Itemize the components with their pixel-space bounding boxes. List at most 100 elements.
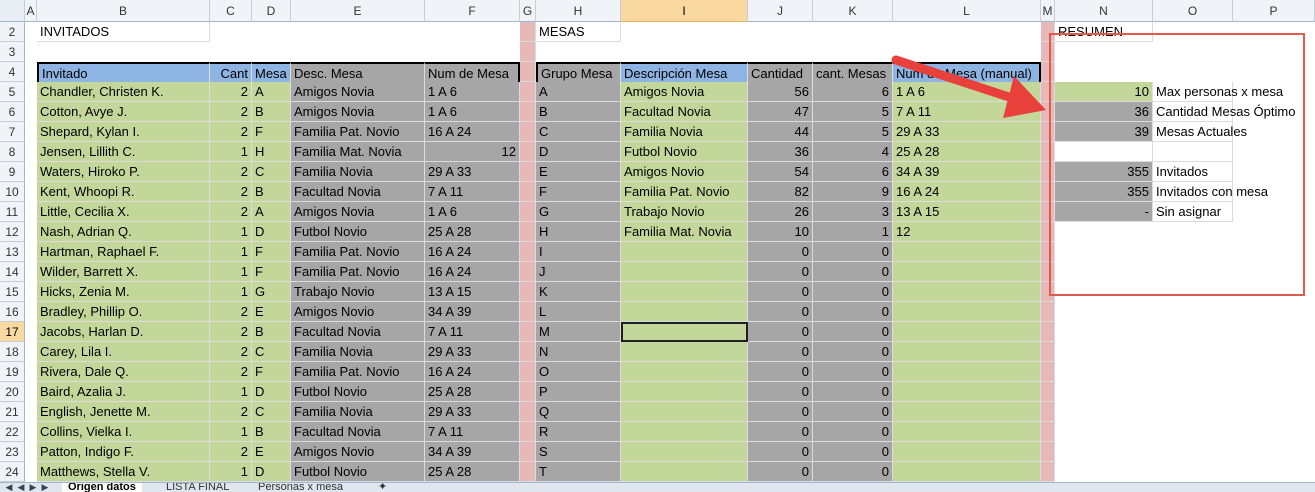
summary-value[interactable] [1055,142,1153,162]
guest-name[interactable]: Shepard, Kylan I. [37,122,210,142]
table-grupo[interactable]: E [536,162,621,182]
table-descripcion[interactable]: Amigos Novio [621,162,748,182]
row-header-17[interactable]: 17 [0,322,25,342]
row-header-2[interactable]: 2 [0,22,25,42]
separator-cell[interactable] [1041,262,1055,282]
table-num-mesa-manual[interactable]: 1 A 6 [893,82,1041,102]
row-header-12[interactable]: 12 [0,222,25,242]
separator-cell[interactable] [1041,102,1055,122]
guest-cant[interactable]: 1 [210,462,252,482]
row-header-10[interactable]: 10 [0,182,25,202]
guest-num-mesa[interactable]: 34 A 39 [425,302,520,322]
table-cant-mesas[interactable]: 0 [813,402,893,422]
guest-num-mesa[interactable]: 16 A 24 [425,122,520,142]
guest-desc-mesa[interactable]: Futbol Novio [291,462,425,482]
column-header-i[interactable]: I [621,0,748,22]
guest-num-mesa[interactable]: 7 A 11 [425,322,520,342]
table-descripcion[interactable] [621,362,748,382]
table-cant-mesas[interactable]: 0 [813,322,893,342]
summary-value[interactable]: 355 [1055,182,1153,202]
column-header-c[interactable]: C [210,0,252,22]
guest-desc-mesa[interactable]: Familia Pat. Novio [291,122,425,142]
table-cantidad[interactable]: 0 [748,322,813,342]
guest-mesa[interactable]: A [252,82,291,102]
guest-name[interactable]: Hartman, Raphael F. [37,242,210,262]
guest-cant[interactable]: 2 [210,302,252,322]
table-descripcion[interactable]: Familia Mat. Novia [621,222,748,242]
table-cantidad[interactable]: 10 [748,222,813,242]
guest-mesa[interactable]: D [252,462,291,482]
table-descripcion[interactable]: Familia Novia [621,122,748,142]
separator-cell[interactable] [520,82,536,102]
summary-label[interactable]: Invitados con mesa [1153,182,1268,202]
guest-mesa[interactable]: F [252,122,291,142]
guest-desc-mesa[interactable]: Trabajo Novio [291,282,425,302]
table-cantidad[interactable]: 0 [748,242,813,262]
guest-cant[interactable]: 2 [210,182,252,202]
separator-cell[interactable] [1041,342,1055,362]
separator-cell[interactable] [520,102,536,122]
guest-num-mesa[interactable]: 29 A 33 [425,162,520,182]
guest-mesa[interactable]: F [252,362,291,382]
table-grupo[interactable]: B [536,102,621,122]
table-grupo[interactable]: O [536,362,621,382]
column-header-p[interactable]: P [1233,0,1315,22]
guest-desc-mesa[interactable]: Amigos Novia [291,102,425,122]
guest-name[interactable]: Rivera, Dale Q. [37,362,210,382]
guest-cant[interactable]: 2 [210,322,252,342]
summary-label[interactable]: Invitados [1153,162,1233,182]
guest-mesa[interactable]: D [252,222,291,242]
separator-cell[interactable] [520,182,536,202]
table-cant-mesas[interactable]: 0 [813,302,893,322]
guest-name[interactable]: Waters, Hiroko P. [37,162,210,182]
table-grupo[interactable]: A [536,82,621,102]
separator-cell[interactable] [1041,382,1055,402]
guest-name[interactable]: Chandler, Christen K. [37,82,210,102]
row-header-19[interactable]: 19 [0,362,25,382]
table-num-mesa-manual[interactable] [893,342,1041,362]
column-header-l[interactable]: L [893,0,1041,22]
guest-num-mesa[interactable]: 29 A 33 [425,342,520,362]
header-invitado[interactable]: Invitado [37,62,210,84]
table-descripcion[interactable] [621,462,748,482]
column-header-h[interactable]: H [536,0,621,22]
guest-num-mesa[interactable]: 16 A 24 [425,362,520,382]
row-header-24[interactable]: 24 [0,462,25,482]
guest-cant[interactable]: 2 [210,362,252,382]
summary-label[interactable]: Max personas x mesa [1153,82,1283,102]
table-cantidad[interactable]: 0 [748,342,813,362]
guest-mesa[interactable]: H [252,142,291,162]
separator-cell[interactable] [1041,222,1055,242]
table-num-mesa-manual[interactable]: 29 A 33 [893,122,1041,142]
header-descripcion-mesa[interactable]: Descripción Mesa [621,62,748,84]
table-grupo[interactable]: M [536,322,621,342]
row-header-22[interactable]: 22 [0,422,25,442]
table-grupo[interactable]: R [536,422,621,442]
separator-cell[interactable] [1041,242,1055,262]
guest-cant[interactable]: 1 [210,242,252,262]
guest-cant[interactable]: 2 [210,82,252,102]
guest-num-mesa[interactable]: 7 A 11 [425,182,520,202]
guest-mesa[interactable]: E [252,442,291,462]
table-cantidad[interactable]: 0 [748,262,813,282]
guest-num-mesa[interactable]: 25 A 28 [425,382,520,402]
separator-cell[interactable] [1041,282,1055,302]
table-num-mesa-manual[interactable] [893,242,1041,262]
column-header-b[interactable]: B [37,0,210,22]
guest-cant[interactable]: 2 [210,102,252,122]
table-cant-mesas[interactable]: 0 [813,242,893,262]
guest-num-mesa[interactable]: 7 A 11 [425,422,520,442]
guest-num-mesa[interactable]: 25 A 28 [425,222,520,242]
table-cant-mesas[interactable]: 6 [813,82,893,102]
guest-mesa[interactable]: G [252,282,291,302]
guest-desc-mesa[interactable]: Amigos Novia [291,82,425,102]
guest-name[interactable]: English, Jenette M. [37,402,210,422]
table-num-mesa-manual[interactable] [893,282,1041,302]
guest-mesa[interactable]: C [252,162,291,182]
separator-cell[interactable] [1041,202,1055,222]
separator-cell[interactable] [520,42,536,62]
table-num-mesa-manual[interactable] [893,422,1041,442]
table-cant-mesas[interactable]: 9 [813,182,893,202]
table-descripcion[interactable] [621,422,748,442]
guest-mesa[interactable]: B [252,182,291,202]
